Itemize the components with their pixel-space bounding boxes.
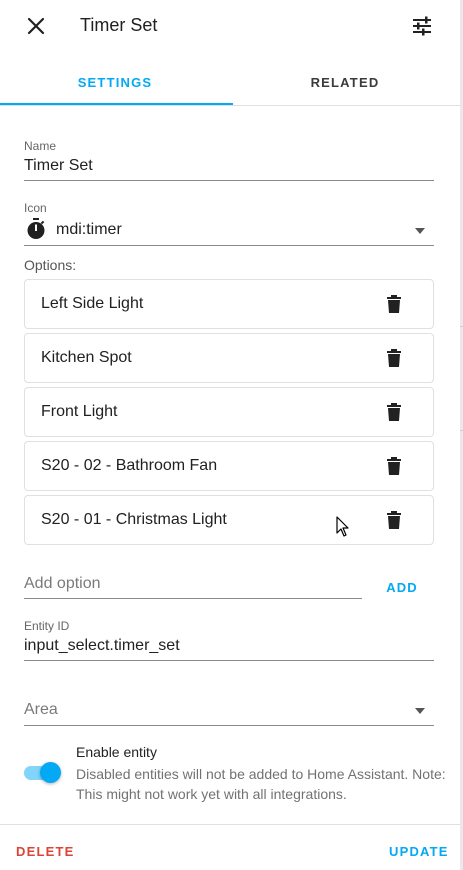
enable-entity-toggle[interactable] — [24, 762, 62, 784]
enable-entity-description: Disabled entities will not be added to H… — [76, 766, 446, 802]
dialog-footer: DELETE UPDATE — [0, 824, 460, 870]
enable-entity-title: Enable entity — [76, 744, 157, 760]
update-button[interactable]: UPDATE — [389, 844, 449, 859]
option-item: Front Light — [24, 387, 434, 437]
add-option-input[interactable]: Add option — [24, 575, 101, 593]
delete-button[interactable]: DELETE — [16, 844, 74, 859]
trash-icon — [387, 349, 401, 367]
option-label: S20 - 02 - Bathroom Fan — [41, 457, 218, 474]
trash-icon — [387, 295, 401, 313]
delete-option-button[interactable] — [381, 345, 407, 371]
area-underline — [24, 725, 434, 726]
trash-icon — [387, 457, 401, 475]
tab-settings[interactable]: SETTINGS — [0, 58, 230, 106]
option-item: Kitchen Spot — [24, 333, 434, 383]
tab-related[interactable]: RELATED — [230, 58, 460, 106]
advanced-settings-button[interactable] — [406, 10, 438, 42]
dialog-header: Timer Set — [0, 0, 460, 52]
entity-settings-dialog: Timer Set SETTINGS RELATED Name Timer Se… — [0, 0, 460, 870]
toggle-knob — [40, 762, 61, 783]
delete-option-button[interactable] — [381, 453, 407, 479]
delete-option-button[interactable] — [381, 399, 407, 425]
entity-id-underline — [24, 660, 434, 661]
icon-underline — [24, 245, 434, 246]
add-option-button[interactable]: ADD — [382, 580, 422, 598]
option-item: Left Side Light — [24, 279, 434, 329]
option-label: S20 - 01 - Christmas Light — [41, 511, 227, 528]
option-label: Kitchen Spot — [41, 349, 132, 366]
icon-dropdown-arrow-icon[interactable] — [414, 228, 426, 234]
option-label: Front Light — [41, 403, 118, 420]
option-item: S20 - 01 - Christmas Light — [24, 495, 434, 545]
area-select[interactable]: Area — [24, 701, 58, 719]
name-label: Name — [24, 139, 57, 153]
tune-icon — [413, 16, 431, 36]
trash-icon — [387, 511, 401, 529]
add-option-underline — [24, 598, 362, 599]
active-tab-indicator — [0, 103, 233, 105]
options-label: Options: — [24, 257, 77, 273]
delete-option-button[interactable] — [381, 507, 407, 533]
icon-label: Icon — [24, 201, 47, 215]
option-label: Left Side Light — [41, 295, 144, 312]
name-input[interactable]: Timer Set — [24, 157, 93, 175]
mouse-cursor-icon — [336, 516, 349, 537]
entity-id-input[interactable]: input_select.timer_set — [24, 637, 180, 655]
option-item: S20 - 02 - Bathroom Fan — [24, 441, 434, 491]
delete-option-button[interactable] — [381, 291, 407, 317]
trash-icon — [387, 403, 401, 421]
timer-icon — [27, 218, 45, 239]
close-button[interactable] — [20, 10, 52, 42]
area-dropdown-arrow-icon[interactable] — [414, 708, 426, 714]
icon-input[interactable]: mdi:timer — [56, 221, 122, 239]
tab-bar: SETTINGS RELATED — [0, 58, 460, 106]
close-icon — [27, 17, 45, 35]
dialog-title: Timer Set — [80, 15, 158, 35]
name-underline — [24, 180, 434, 181]
entity-id-label: Entity ID — [24, 619, 70, 633]
